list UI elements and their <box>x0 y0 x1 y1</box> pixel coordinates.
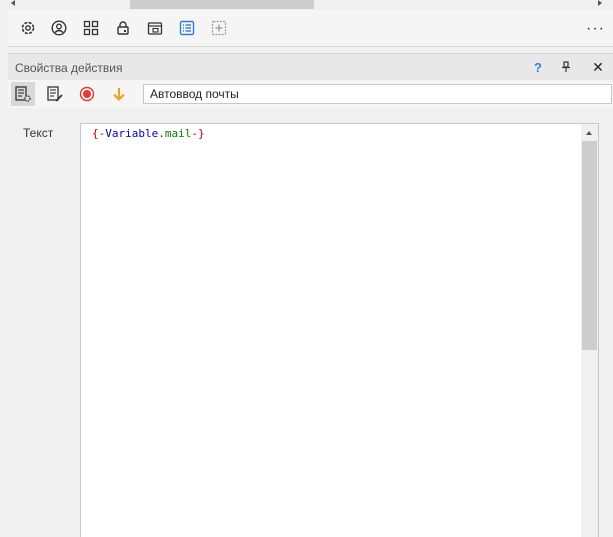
action-edit-button[interactable] <box>43 82 67 106</box>
action-settings-button[interactable] <box>11 82 35 106</box>
record-button[interactable] <box>75 82 99 106</box>
code-open-brace: {- <box>92 127 106 140</box>
vertical-scrollbar[interactable] <box>581 124 598 537</box>
scroll-right-arrow-icon[interactable] <box>598 0 602 6</box>
action-toolbar <box>8 80 613 108</box>
panel-title: Свойства действия <box>15 61 123 75</box>
code-variable-keyword: Variable <box>105 127 159 140</box>
list-icon[interactable] <box>177 18 197 38</box>
vertical-scroll-thumb[interactable] <box>582 141 597 350</box>
horizontal-scrollbar[interactable] <box>0 0 613 9</box>
more-options-button[interactable]: ··· <box>586 20 605 38</box>
top-toolbar: ··· <box>8 10 613 47</box>
scroll-up-arrow-icon[interactable] <box>586 131 592 135</box>
add-frame-icon[interactable] <box>209 18 229 38</box>
code-line: {-Variable.mail-} <box>92 127 205 140</box>
pin-icon[interactable] <box>556 57 576 77</box>
text-field-label: Текст <box>23 126 54 140</box>
lock-icon[interactable] <box>113 18 133 38</box>
arrow-down-icon[interactable] <box>107 82 131 106</box>
help-button[interactable]: ? <box>528 57 548 77</box>
properties-content: Текст {-Variable.mail-} <box>8 108 613 537</box>
code-variable-name: mail <box>164 127 192 140</box>
action-name-input[interactable] <box>143 84 612 104</box>
close-button[interactable]: ✕ <box>588 57 608 77</box>
user-circle-icon[interactable] <box>49 18 69 38</box>
gear-icon[interactable] <box>18 18 38 38</box>
browser-lock-icon[interactable] <box>145 18 165 38</box>
grid-icon[interactable] <box>81 18 101 38</box>
text-editor[interactable]: {-Variable.mail-} <box>80 123 599 537</box>
code-close-brace: -} <box>191 127 205 140</box>
horizontal-scroll-thumb[interactable] <box>130 0 314 9</box>
scroll-left-arrow-icon[interactable] <box>11 0 15 6</box>
panel-header: Свойства действия ? ✕ <box>8 53 613 81</box>
code-dot: . <box>158 127 165 140</box>
